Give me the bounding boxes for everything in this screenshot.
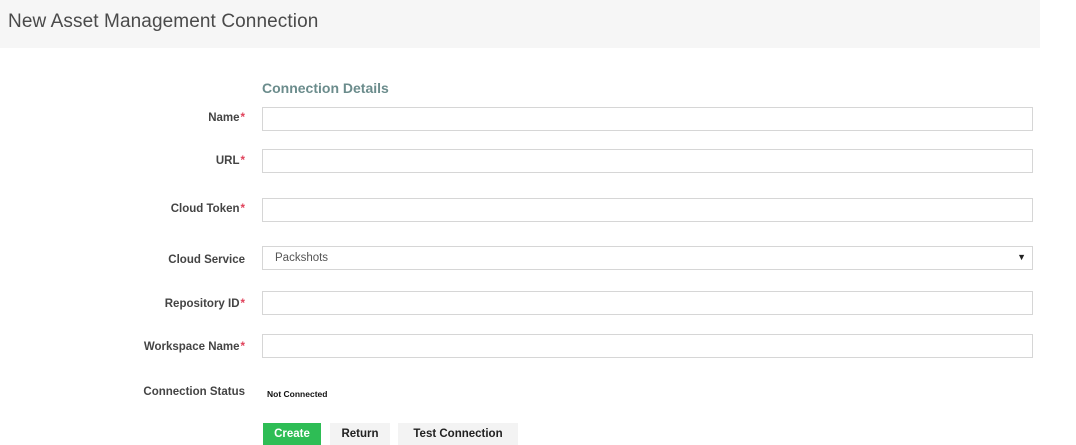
cloud-service-select[interactable]: Packshots ▼ [262, 246, 1033, 270]
cloud-service-selected: Packshots [275, 252, 329, 264]
name-label-text: Name [208, 112, 240, 124]
required-marker: * [240, 203, 245, 215]
caret-down-icon: ▼ [1017, 252, 1026, 262]
page-title: New Asset Management Connection [8, 11, 319, 32]
url-input[interactable] [262, 149, 1033, 173]
url-label: URL* [216, 155, 245, 167]
required-marker: * [240, 155, 245, 167]
required-marker: * [240, 341, 245, 353]
required-marker: * [240, 298, 245, 310]
required-marker: * [240, 112, 245, 124]
test-connection-button[interactable]: Test Connection [398, 423, 518, 445]
return-button[interactable]: Return [330, 423, 390, 445]
connection-status-label-text: Connection Status [143, 386, 245, 398]
repository-id-input[interactable] [262, 291, 1033, 315]
connection-status-label: Connection Status [143, 386, 245, 398]
workspace-name-input[interactable] [262, 334, 1033, 358]
cloud-token-label-text: Cloud Token [170, 203, 240, 215]
cloud-service-label: Cloud Service [168, 254, 245, 266]
repository-id-label: Repository ID* [165, 298, 245, 310]
connection-status-value: Not Connected [267, 389, 328, 399]
cloud-token-label: Cloud Token* [171, 203, 245, 215]
workspace-name-label-text: Workspace Name [143, 341, 240, 353]
workspace-name-label: Workspace Name* [144, 341, 245, 353]
cloud-service-label-text: Cloud Service [168, 254, 245, 266]
url-label-text: URL [215, 155, 240, 167]
cloud-token-input[interactable] [262, 198, 1033, 222]
name-input[interactable] [262, 107, 1033, 131]
page-header: New Asset Management Connection [0, 0, 1040, 48]
name-label: Name* [208, 112, 245, 124]
repository-id-label-text: Repository ID [164, 298, 240, 310]
create-button[interactable]: Create [263, 423, 321, 445]
section-heading: Connection Details [262, 80, 389, 96]
